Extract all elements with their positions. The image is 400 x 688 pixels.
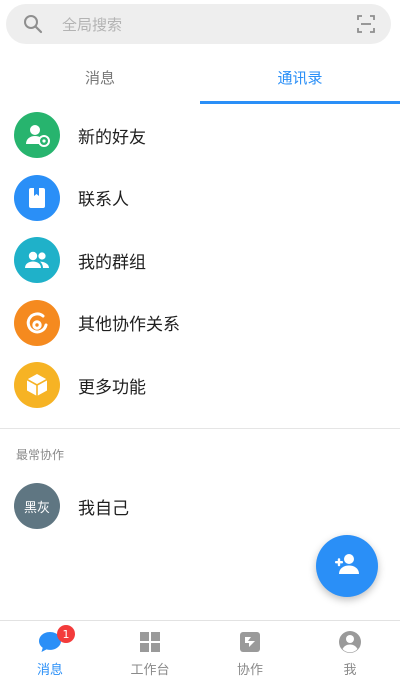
- menu-item-label: 更多功能: [78, 377, 146, 398]
- nav-label: 工作台: [130, 663, 170, 678]
- tab-contacts[interactable]: 通讯录: [200, 50, 400, 104]
- menu-item-contacts[interactable]: 联系人: [0, 167, 400, 230]
- tab-messages[interactable]: 消息: [0, 50, 200, 104]
- group-icon: [14, 237, 60, 284]
- section-divider: [0, 428, 400, 429]
- section-title-frequent: 最常协作: [16, 448, 65, 462]
- nav-label: 协作: [236, 663, 263, 678]
- menu-item-label: 我的群组: [78, 252, 146, 273]
- grid-icon: [137, 629, 163, 655]
- search-input[interactable]: 全局搜索: [62, 14, 355, 35]
- nav-tab-collaborate[interactable]: 协作: [200, 621, 300, 688]
- contact-book-icon: [14, 174, 60, 221]
- frequent-contact-name: 我自己: [78, 498, 129, 519]
- avatar: 黑灰: [14, 483, 60, 529]
- add-user-icon: [14, 112, 60, 159]
- frequent-contact-self[interactable]: 黑灰 我自己: [0, 478, 400, 534]
- message-icon: 1: [37, 625, 75, 655]
- add-contact-button[interactable]: [316, 535, 378, 597]
- menu-item-my-groups[interactable]: 我的群组: [0, 229, 400, 292]
- cube-icon: [14, 362, 60, 409]
- collaboration-icon: [14, 299, 60, 346]
- tab-bar: 消息 通讯录: [0, 50, 400, 104]
- nav-tab-messages[interactable]: 1 消息: [0, 621, 100, 688]
- search-icon: [22, 13, 44, 35]
- menu-item-label: 其他协作关系: [78, 315, 180, 336]
- menu-item-more-features[interactable]: 更多功能: [0, 354, 400, 417]
- unread-badge: 1: [57, 625, 75, 643]
- bottom-navigation: 1 消息 工作台 协作 我: [0, 620, 400, 688]
- nav-tab-workbench[interactable]: 工作台: [100, 621, 200, 688]
- contacts-menu: 新的好友 联系人 我的群组 其他协作关系 更多功能: [0, 104, 400, 417]
- menu-item-new-friends[interactable]: 新的好友: [0, 104, 400, 167]
- nav-label: 消息: [36, 663, 63, 678]
- nav-label: 我: [343, 663, 357, 678]
- scan-icon[interactable]: [355, 13, 377, 35]
- collaborate-icon: [237, 629, 263, 655]
- menu-item-other-collaboration[interactable]: 其他协作关系: [0, 292, 400, 355]
- menu-item-label: 新的好友: [78, 127, 146, 148]
- profile-icon: [337, 629, 363, 655]
- search-bar[interactable]: 全局搜索: [6, 4, 391, 44]
- add-person-icon: [333, 552, 361, 580]
- menu-item-label: 联系人: [78, 190, 129, 211]
- nav-tab-me[interactable]: 我: [300, 621, 400, 688]
